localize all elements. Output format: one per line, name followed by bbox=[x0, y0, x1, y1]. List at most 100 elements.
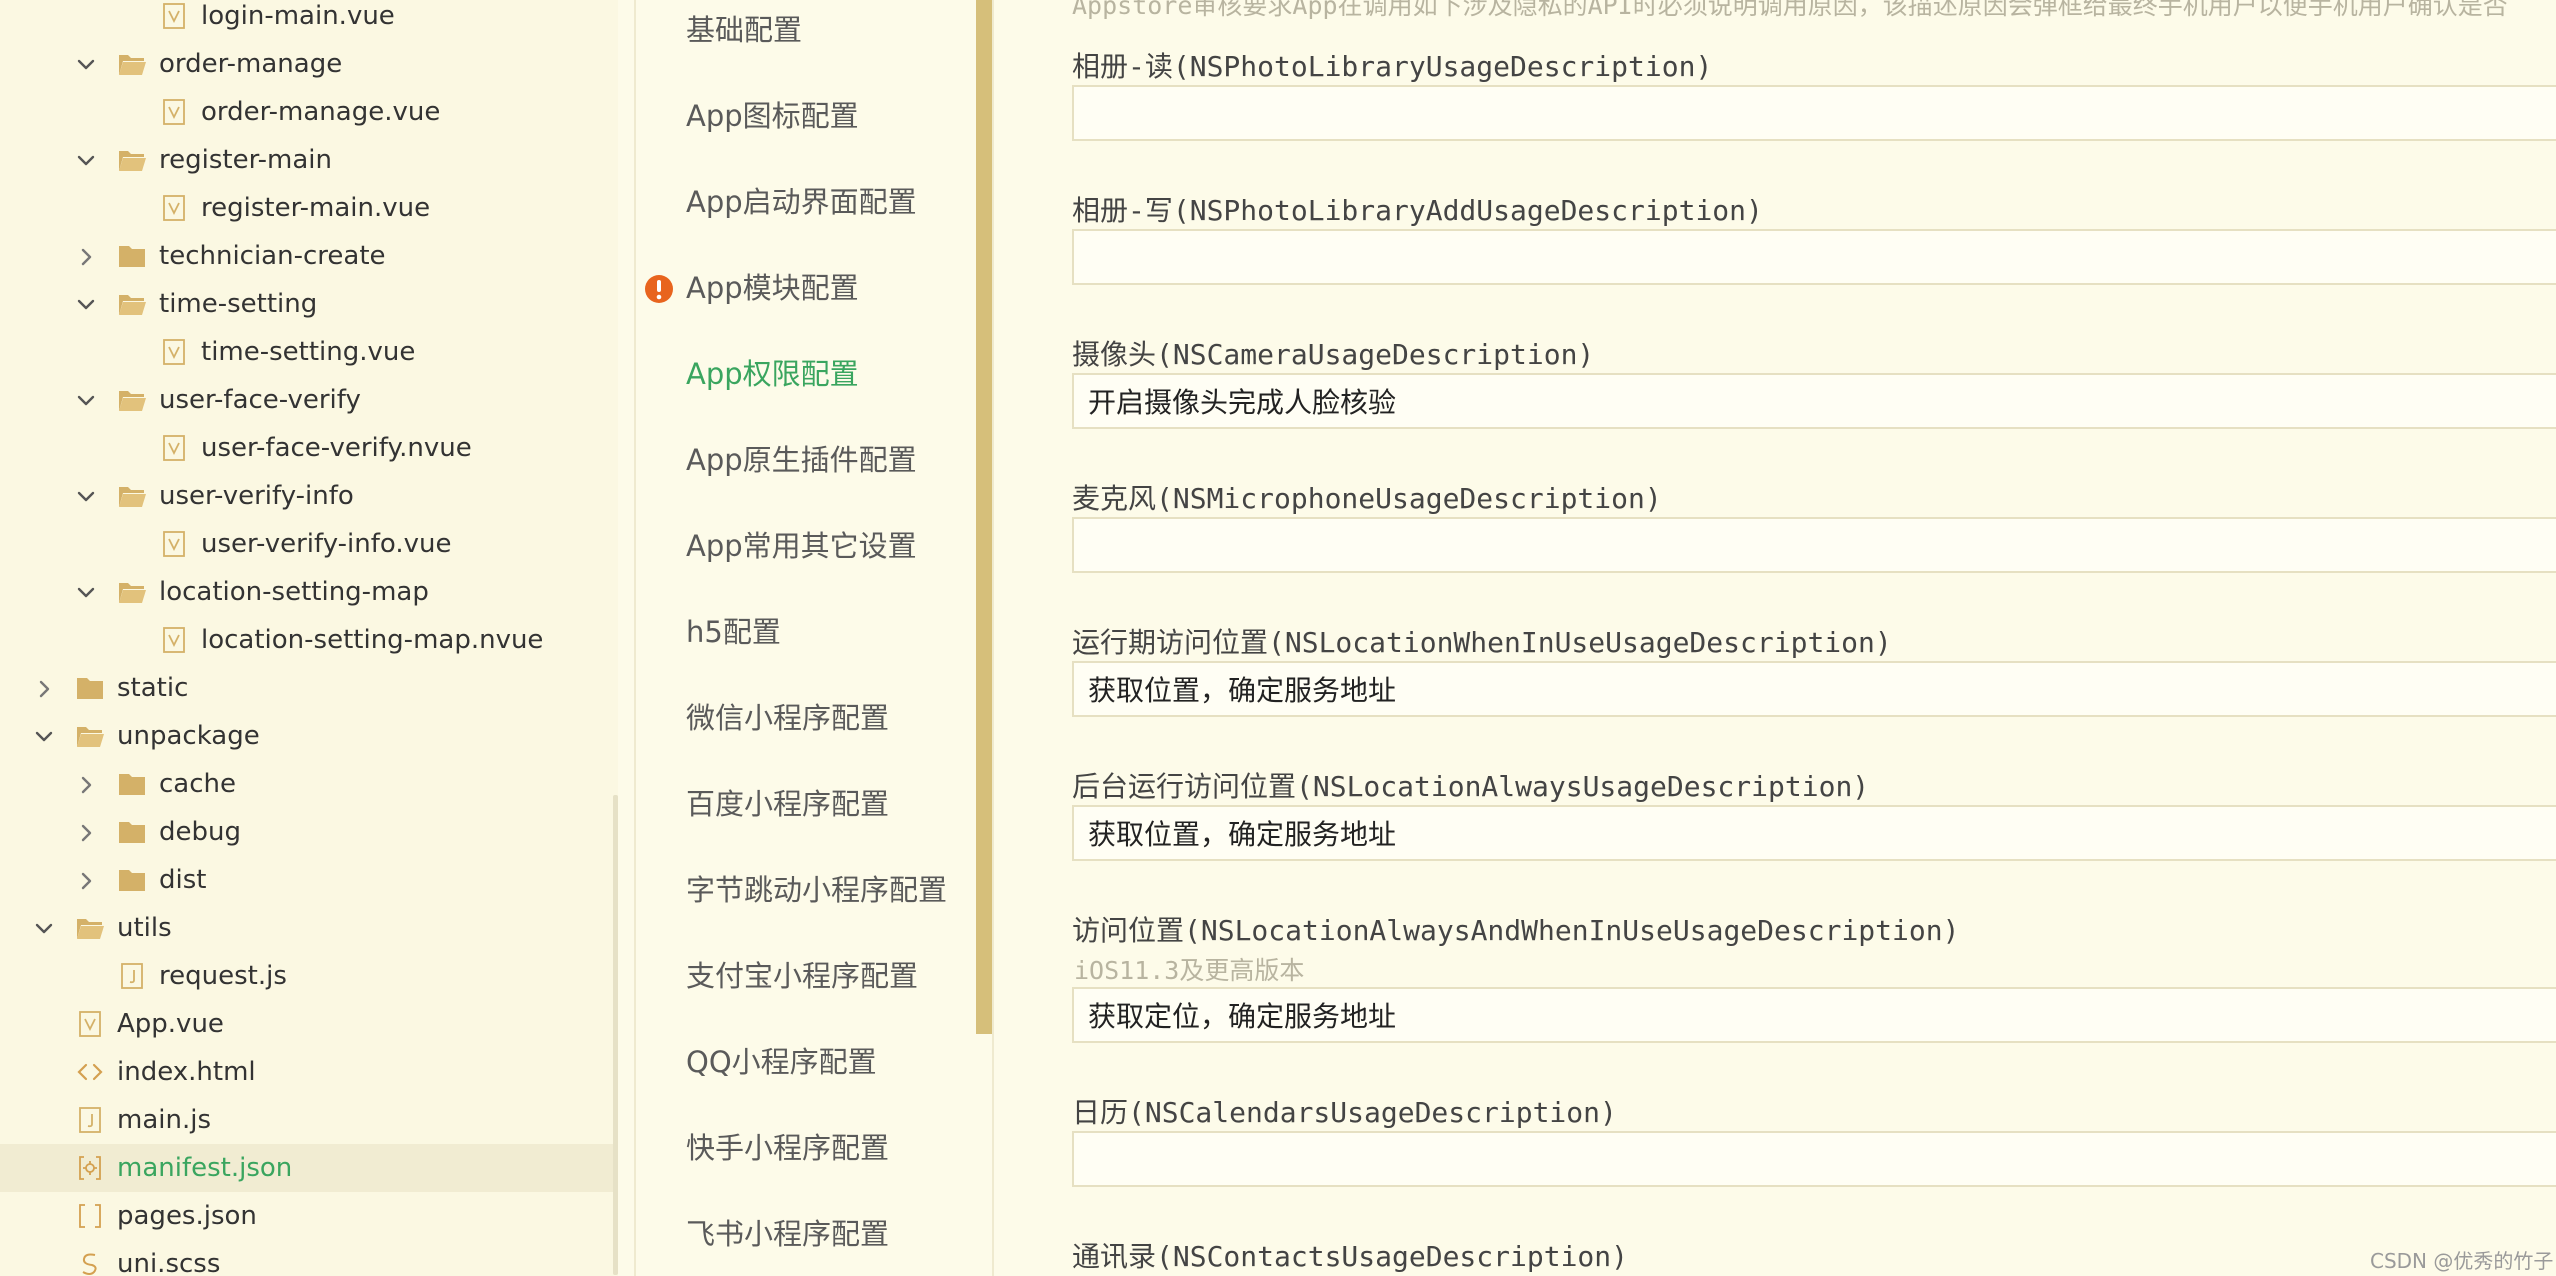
chevron-down-icon[interactable] bbox=[75, 485, 97, 507]
permission-description-input[interactable] bbox=[1072, 517, 2556, 573]
chevron-down-icon[interactable] bbox=[75, 389, 97, 411]
scss-file-icon bbox=[75, 1250, 105, 1276]
permission-description-input[interactable] bbox=[1072, 229, 2556, 285]
file-tree-row[interactable]: user-face-verify.nvue bbox=[0, 424, 618, 472]
settings-nav-item[interactable]: App模块配置 bbox=[686, 263, 859, 313]
file-tree-row[interactable]: user-verify-info.vue bbox=[0, 520, 618, 568]
file-tree-label: unpackage bbox=[117, 721, 260, 751]
file-tree-row[interactable]: user-face-verify bbox=[0, 376, 618, 424]
json-file-icon bbox=[75, 1154, 105, 1182]
file-tree-label: index.html bbox=[117, 1057, 256, 1087]
settings-nav-item[interactable]: App原生插件配置 bbox=[686, 435, 917, 485]
chevron-down-icon[interactable] bbox=[75, 581, 97, 603]
file-tree-row[interactable]: uni.scss bbox=[0, 1240, 618, 1276]
file-tree-row[interactable]: App.vue bbox=[0, 1000, 618, 1048]
chevron-right-icon[interactable] bbox=[75, 773, 97, 795]
file-tree-row[interactable]: debug bbox=[0, 808, 618, 856]
chevron-right-icon[interactable] bbox=[33, 677, 55, 699]
file-tree-row[interactable]: user-verify-info bbox=[0, 472, 618, 520]
file-tree-label: login-main.vue bbox=[201, 1, 395, 31]
file-tree-label: location-setting-map.nvue bbox=[201, 625, 544, 655]
permission-label: 相册-读(NSPhotoLibraryUsageDescription) bbox=[1072, 50, 1713, 83]
js-file-icon bbox=[75, 1106, 105, 1134]
file-tree-label: dist bbox=[159, 865, 207, 895]
settings-nav-item[interactable]: 支付宝小程序配置 bbox=[686, 951, 918, 1001]
folder-open-icon bbox=[75, 914, 105, 942]
file-tree-row[interactable]: register-main bbox=[0, 136, 618, 184]
settings-nav-item[interactable]: App常用其它设置 bbox=[686, 521, 917, 571]
permission-label: 摄像头(NSCameraUsageDescription) bbox=[1072, 338, 1595, 371]
file-tree-label: request.js bbox=[159, 961, 287, 991]
settings-nav-item[interactable]: 字节跳动小程序配置 bbox=[686, 865, 947, 915]
file-tree-row[interactable]: main.js bbox=[0, 1096, 618, 1144]
js-file-icon bbox=[117, 962, 147, 990]
file-tree-label: cache bbox=[159, 769, 236, 799]
permission-description-input[interactable] bbox=[1072, 987, 2556, 1043]
file-tree-row[interactable]: pages.json bbox=[0, 1192, 618, 1240]
folder-icon bbox=[117, 770, 147, 798]
file-tree-row[interactable]: location-setting-map bbox=[0, 568, 618, 616]
permission-description-input[interactable] bbox=[1072, 805, 2556, 861]
chevron-down-icon[interactable] bbox=[75, 149, 97, 171]
folder-icon bbox=[117, 818, 147, 846]
chevron-right-icon[interactable] bbox=[75, 869, 97, 891]
permission-label: 后台运行访问位置(NSLocationAlwaysUsageDescriptio… bbox=[1072, 770, 1870, 803]
file-tree-label: user-face-verify.nvue bbox=[201, 433, 472, 463]
file-tree-panel: login-main.vue order-manage order-manage.v… bbox=[0, 0, 618, 1276]
permission-description-input[interactable] bbox=[1072, 1131, 2556, 1187]
settings-nav-item[interactable]: 百度小程序配置 bbox=[686, 779, 889, 829]
vue-file-icon bbox=[75, 1010, 105, 1038]
file-tree-row[interactable]: index.html bbox=[0, 1048, 618, 1096]
permission-description-input[interactable] bbox=[1072, 85, 2556, 141]
settings-nav-item[interactable]: 飞书小程序配置 bbox=[686, 1209, 889, 1259]
chevron-down-icon[interactable] bbox=[33, 917, 55, 939]
settings-nav-item[interactable]: h5配置 bbox=[686, 607, 781, 657]
file-tree-row[interactable]: time-setting bbox=[0, 280, 618, 328]
file-tree-label: main.js bbox=[117, 1105, 211, 1135]
ide-window: login-main.vue order-manage order-manage.v… bbox=[0, 0, 2556, 1276]
settings-nav-item[interactable]: 微信小程序配置 bbox=[686, 693, 889, 743]
file-tree-row[interactable]: time-setting.vue bbox=[0, 328, 618, 376]
file-tree-row[interactable]: cache bbox=[0, 760, 618, 808]
file-tree-row[interactable]: utils bbox=[0, 904, 618, 952]
settings-nav-item[interactable]: App启动界面配置 bbox=[686, 177, 917, 227]
file-tree-row[interactable]: location-setting-map.nvue bbox=[0, 616, 618, 664]
manifest-settings-nav: 基础配置 App图标配置 App启动界面配置 App模块配置 App权限配置 App原生插… bbox=[634, 0, 981, 1276]
file-tree-label: static bbox=[117, 673, 189, 703]
brackets-file-icon bbox=[75, 1202, 105, 1230]
permission-label: 访问位置(NSLocationAlwaysAndWhenInUseUsageDe… bbox=[1072, 914, 1960, 947]
file-tree-row[interactable]: request.js bbox=[0, 952, 618, 1000]
folder-open-icon bbox=[117, 482, 147, 510]
folder-open-icon bbox=[75, 722, 105, 750]
chevron-down-icon[interactable] bbox=[75, 53, 97, 75]
file-tree-row[interactable]: static bbox=[0, 664, 618, 712]
vue-file-icon bbox=[159, 98, 189, 126]
file-tree-row[interactable]: order-manage bbox=[0, 40, 618, 88]
file-tree-label: manifest.json bbox=[117, 1153, 293, 1183]
panel-divider bbox=[992, 0, 994, 1276]
file-tree-row[interactable]: unpackage bbox=[0, 712, 618, 760]
settings-nav-item[interactable]: QQ小程序配置 bbox=[686, 1037, 877, 1087]
file-tree-label: user-face-verify bbox=[159, 385, 361, 415]
file-tree-row[interactable]: login-main.vue bbox=[0, 0, 618, 40]
file-tree-row[interactable]: dist bbox=[0, 856, 618, 904]
warning-icon bbox=[645, 275, 673, 303]
file-tree-scrollbar[interactable] bbox=[613, 795, 618, 1275]
permission-description-input[interactable] bbox=[1072, 661, 2556, 717]
chevron-down-icon[interactable] bbox=[33, 725, 55, 747]
settings-nav-item[interactable]: 基础配置 bbox=[686, 5, 802, 55]
permission-label: 日历(NSCalendarsUsageDescription) bbox=[1072, 1096, 1617, 1129]
folder-open-icon bbox=[117, 50, 147, 78]
chevron-right-icon[interactable] bbox=[75, 821, 97, 843]
file-tree-row[interactable]: manifest.json bbox=[0, 1144, 618, 1192]
permission-description-input[interactable] bbox=[1072, 373, 2556, 429]
chevron-right-icon[interactable] bbox=[75, 245, 97, 267]
settings-nav-scrollbar[interactable] bbox=[976, 0, 992, 1034]
settings-nav-item[interactable]: App权限配置 bbox=[686, 349, 859, 399]
file-tree-row[interactable]: register-main.vue bbox=[0, 184, 618, 232]
file-tree-row[interactable]: technician-create bbox=[0, 232, 618, 280]
file-tree-row[interactable]: order-manage.vue bbox=[0, 88, 618, 136]
chevron-down-icon[interactable] bbox=[75, 293, 97, 315]
settings-nav-item[interactable]: App图标配置 bbox=[686, 91, 859, 141]
settings-nav-item[interactable]: 快手小程序配置 bbox=[686, 1123, 889, 1173]
